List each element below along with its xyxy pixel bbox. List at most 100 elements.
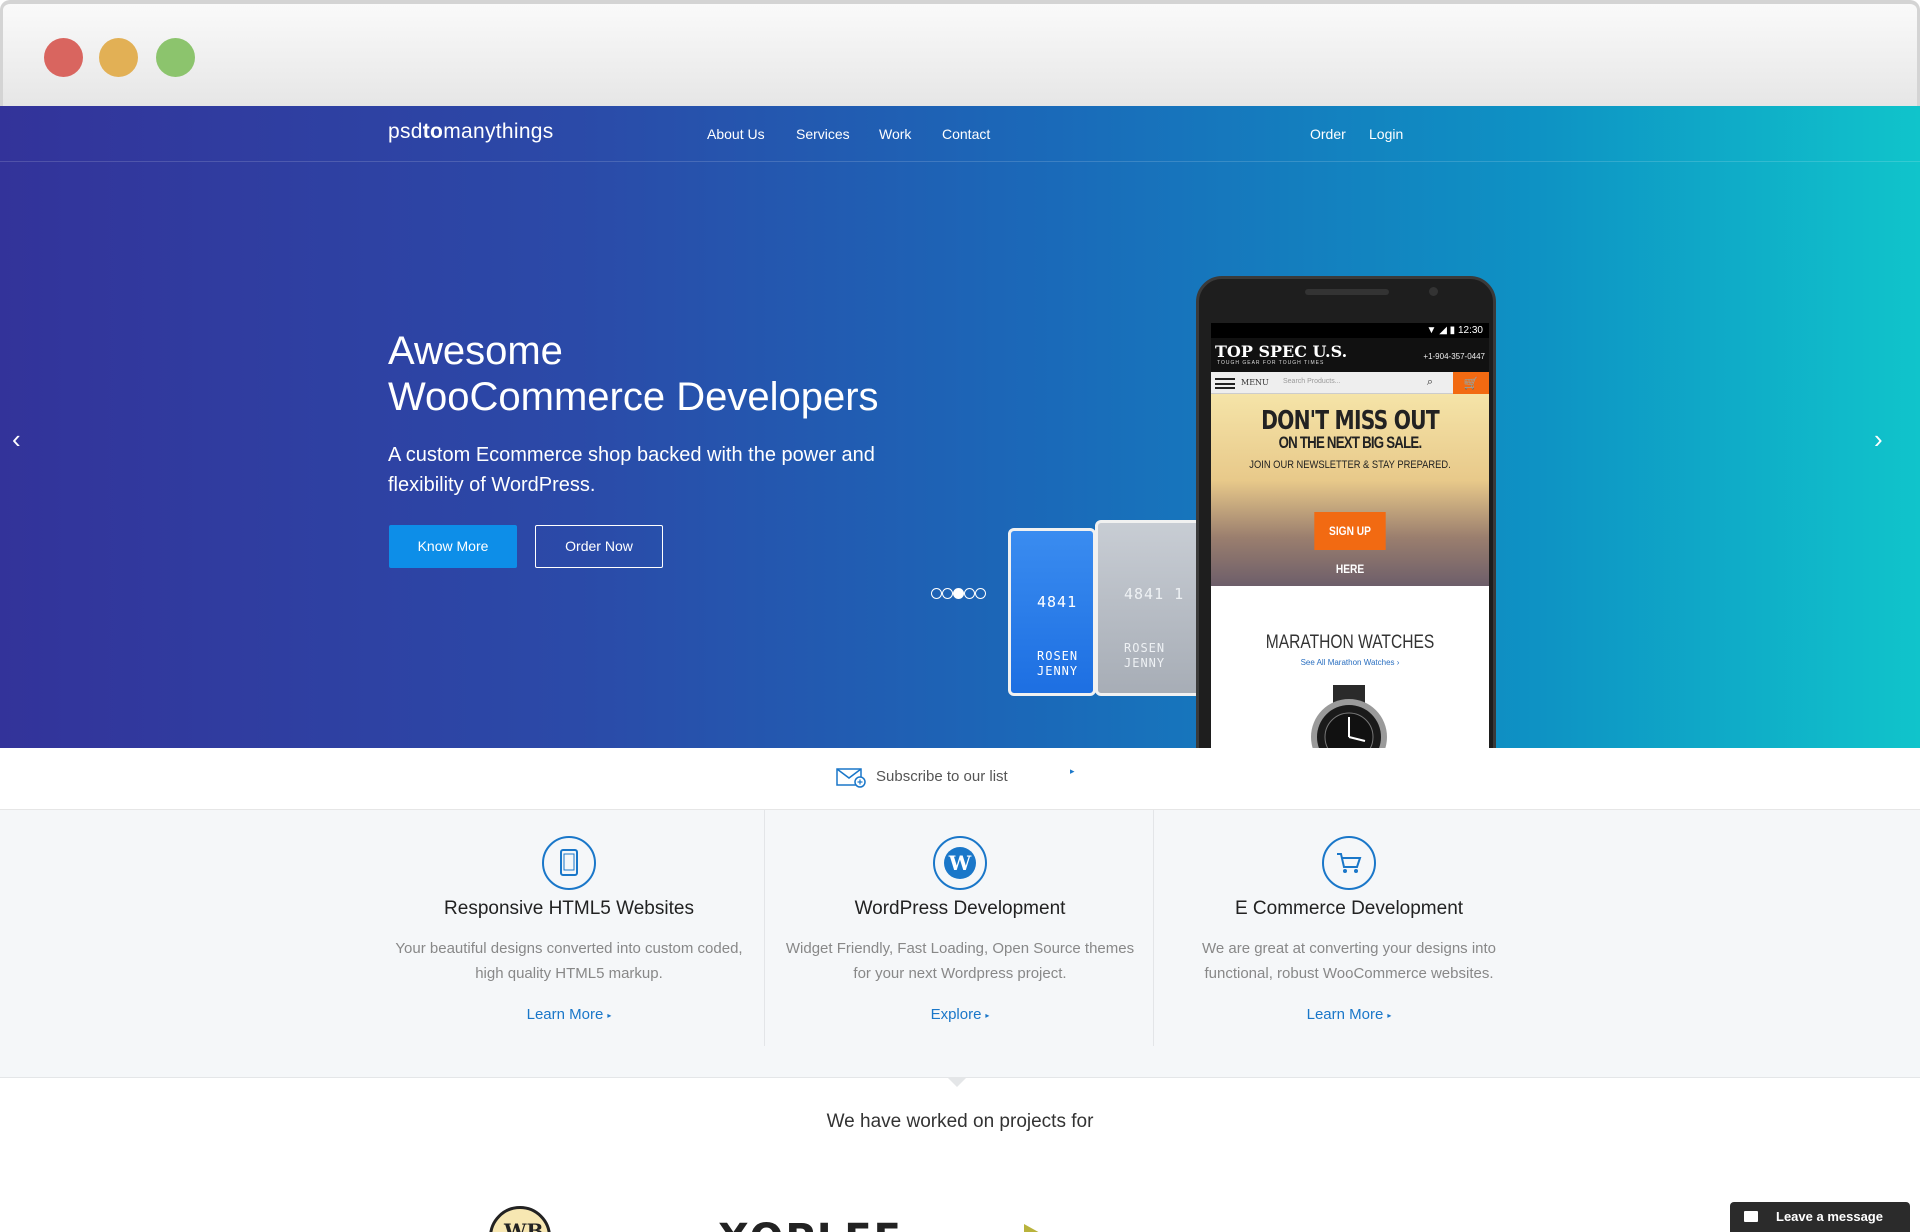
shop-menu-bar: MENU Search Products... ⌕ 🛒 (1211, 372, 1489, 394)
hero-section: psdtomanythings About Us Services Work C… (0, 106, 1920, 748)
client-logo: XOPLEE (718, 1216, 903, 1232)
chat-label: Leave a message (1776, 1209, 1883, 1224)
know-more-button[interactable]: Know More (389, 525, 517, 568)
shop-search-placeholder: Search Products... (1283, 378, 1341, 385)
promo-heading: DON'T MISS OUT (1261, 406, 1440, 436)
nav-work[interactable]: Work (879, 126, 911, 142)
learn-more-link[interactable]: Learn More ▸ (1154, 1006, 1544, 1023)
service-description: We are great at converting your designs … (1201, 940, 1497, 982)
section-notch (948, 1078, 966, 1087)
service-title: E Commerce Development (1234, 898, 1464, 919)
hero-title-line: WooCommerce Developers (388, 375, 879, 419)
carousel-dot[interactable] (975, 588, 986, 599)
logo-part: manythings (443, 120, 554, 143)
shop-promo-banner: DON'T MISS OUT ON THE NEXT BIG SALE. JOI… (1211, 394, 1489, 586)
minimize-window-button[interactable] (99, 38, 138, 77)
promo-subheading: ON THE NEXT BIG SALE. (1278, 433, 1423, 452)
services-section: Responsive HTML5 Websites Your beautiful… (0, 810, 1920, 1078)
service-description: Widget Friendly, Fast Loading, Open Sour… (785, 940, 1135, 982)
logo-part: psd (388, 120, 423, 143)
credit-card-image: 4841 1 ROSEN JENNY (1095, 520, 1205, 696)
phone-speaker (1305, 289, 1389, 295)
hamburger-icon (1215, 378, 1235, 389)
shop-tagline: TOUGH GEAR FOR TOUGH TIMES (1217, 360, 1325, 366)
shop-phone: +1-904-357-0447 (1423, 352, 1485, 361)
service-title: WordPress Development (854, 898, 1066, 919)
nav-about-us[interactable]: About Us (707, 126, 765, 142)
carousel-next-arrow-icon[interactable]: › (1874, 424, 1883, 455)
client-logo-text: WB (504, 1219, 544, 1232)
hero-title: Awesome WooCommerce Developers (388, 328, 988, 420)
explore-link[interactable]: Explore ▸ (765, 1006, 1155, 1023)
cart-icon: 🛒 (1453, 372, 1489, 394)
nav-login[interactable]: Login (1369, 126, 1403, 142)
envelope-icon (836, 768, 866, 788)
card-holder: ROSEN JENNY (1124, 641, 1165, 671)
close-window-button[interactable] (44, 38, 83, 77)
subscribe-bar: Subscribe to our list ▸ (0, 748, 1920, 810)
leave-message-button[interactable]: Leave a message (1730, 1202, 1910, 1232)
envelope-icon (1744, 1211, 1758, 1222)
zoom-window-button[interactable] (156, 38, 195, 77)
carousel-dot[interactable] (931, 588, 942, 599)
svg-text:W: W (948, 851, 972, 875)
card-holder: ROSEN JENNY (1037, 649, 1078, 679)
carousel-dot[interactable] (964, 588, 975, 599)
learn-more-link[interactable]: Learn More ▸ (374, 1006, 764, 1023)
service-title: Responsive HTML5 Websites (444, 898, 694, 919)
logo-part-bold: to (422, 120, 444, 143)
carousel-dot[interactable] (942, 588, 953, 599)
subscribe-arrow-icon[interactable]: ▸ (1070, 766, 1075, 777)
service-link-label: Learn More (526, 1006, 604, 1023)
phone-screen: ▼ ◢ ▮ 12:30 TOP SPEC U.S. TOUGH GEAR FOR… (1211, 323, 1489, 748)
browser-window-chrome (0, 0, 1920, 106)
client-logo (1024, 1224, 1042, 1232)
wordpress-icon: W (933, 836, 987, 890)
service-card: W WordPress Development Widget Friendly,… (764, 810, 1154, 1046)
carousel-prev-arrow-icon[interactable]: ‹ (12, 424, 21, 455)
service-card: Responsive HTML5 Websites Your beautiful… (374, 810, 764, 1046)
phone-camera (1429, 287, 1438, 296)
card-holder-line: JENNY (1124, 656, 1166, 670)
service-description: Your beautiful designs converted into cu… (395, 940, 743, 982)
top-navigation: psdtomanythings About Us Services Work C… (0, 106, 1920, 162)
chevron-right-icon: ▸ (985, 1010, 990, 1020)
service-link-label: Learn More (1306, 1006, 1384, 1023)
shop-menu-label: MENU (1241, 378, 1269, 387)
nav-order[interactable]: Order (1310, 126, 1346, 142)
clients-heading: We have worked on projects for (826, 1111, 1094, 1132)
card-holder-line: ROSEN (1037, 649, 1079, 663)
credit-card-image: 4841 ROSEN JENNY (1008, 528, 1096, 696)
shop-section-title: MARATHON WATCHES (1265, 632, 1435, 653)
phone-status-bar: ▼ ◢ ▮ 12:30 (1211, 323, 1489, 338)
service-card: E Commerce Development We are great at c… (1154, 810, 1544, 1046)
card-holder-line: JENNY (1037, 664, 1079, 678)
carousel-dot-active[interactable] (953, 588, 964, 599)
cart-icon (1322, 836, 1376, 890)
shop-name: TOP SPEC U.S. (1215, 342, 1348, 361)
shop-header: TOP SPEC U.S. TOUGH GEAR FOR TOUGH TIMES… (1211, 338, 1489, 372)
hero-subtitle: A custom Ecommerce shop backed with the … (388, 444, 875, 496)
site-logo[interactable]: psdtomanythings (388, 120, 554, 144)
hero-title-line: Awesome (388, 329, 563, 373)
nav-services[interactable]: Services (796, 126, 850, 142)
shop-section-link: See All Marathon Watches › (1300, 658, 1400, 667)
tablet-icon (542, 836, 596, 890)
chevron-right-icon: ▸ (1387, 1010, 1392, 1020)
card-holder-line: ROSEN (1124, 641, 1166, 655)
subscribe-link[interactable]: Subscribe to our list (876, 768, 1008, 785)
nav-contact[interactable]: Contact (942, 126, 990, 142)
promo-signup-button: SIGN UP HERE (1314, 512, 1386, 576)
chevron-right-icon: ▸ (607, 1010, 612, 1020)
client-logo: WB (489, 1206, 551, 1232)
phone-time: 12:30 (1457, 325, 1483, 336)
phone-mockup: ▼ ◢ ▮ 12:30 TOP SPEC U.S. TOUGH GEAR FOR… (1196, 276, 1496, 748)
watch-icon (1311, 685, 1387, 748)
card-number: 4841 (1037, 593, 1078, 611)
order-now-button[interactable]: Order Now (535, 525, 663, 568)
carousel-indicators (931, 586, 986, 604)
card-number: 4841 1 (1124, 585, 1185, 603)
search-icon: ⌕ (1426, 376, 1433, 388)
service-link-label: Explore (930, 1006, 982, 1023)
promo-text: JOIN OUR NEWSLETTER & STAY PREPARED. (1249, 459, 1451, 471)
